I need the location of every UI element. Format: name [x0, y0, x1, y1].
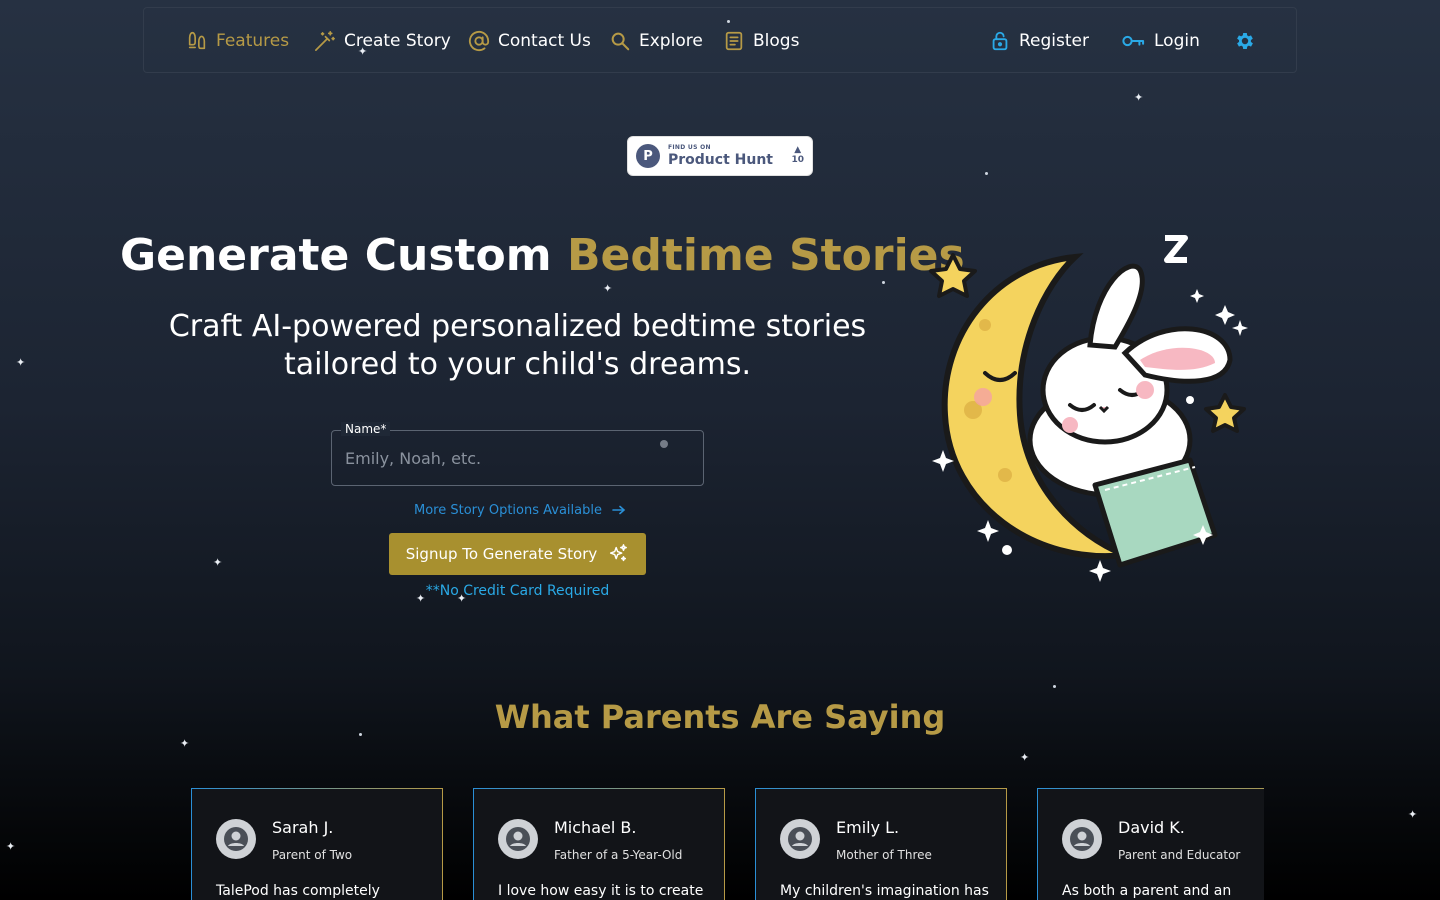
- nav-explore[interactable]: Explore: [609, 8, 703, 74]
- more-story-options-label: More Story Options Available: [414, 502, 602, 518]
- product-hunt-logo-icon: P: [636, 144, 660, 168]
- avatar: [498, 819, 538, 859]
- star-decoration: ✦: [1134, 91, 1144, 104]
- star-decoration: ✦: [6, 840, 16, 853]
- nav-create-story-label: Create Story: [344, 31, 451, 51]
- hero-subtitle: Craft AI-powered personalized bedtime st…: [168, 309, 867, 382]
- hero-title: Generate Custom Bedtime Stories: [120, 230, 965, 281]
- avatar: [216, 819, 256, 859]
- nav-login-label: Login: [1154, 31, 1200, 51]
- lock-icon: [992, 31, 1008, 51]
- no-credit-card-note: **No Credit Card Required: [425, 583, 610, 599]
- name-field-label: Name*: [341, 422, 391, 436]
- testimonial-name: Emily L.: [836, 818, 900, 837]
- search-icon: [611, 32, 630, 51]
- testimonial-role: Parent and Educator: [1118, 848, 1241, 862]
- more-story-options-link[interactable]: More Story Options Available: [414, 500, 626, 520]
- testimonial-name: Sarah J.: [272, 818, 334, 837]
- avatar: [780, 819, 820, 859]
- testimonial-name: David K.: [1118, 818, 1185, 837]
- dot-decoration: [882, 281, 885, 284]
- name-field: Name*: [331, 422, 704, 486]
- sleeping-bunny-moon-illustration: Z: [929, 235, 1248, 582]
- testimonial-quote: TalePod has completely: [216, 883, 380, 899]
- testimonial-name: Michael B.: [554, 818, 637, 837]
- testimonial-role: Mother of Three: [836, 848, 932, 862]
- dot-decoration: [1053, 685, 1056, 688]
- settings-button[interactable]: [1234, 8, 1256, 74]
- nav-create-story[interactable]: Create Story: [313, 8, 451, 74]
- arrow-right-icon: [612, 505, 626, 515]
- nav-register-label: Register: [1019, 31, 1089, 51]
- dot-decoration: [985, 172, 988, 175]
- nav-features-label: Features: [216, 31, 290, 51]
- nav-features[interactable]: Features: [186, 8, 289, 74]
- star-decoration: ✦: [213, 556, 223, 569]
- star-decoration: ✦: [16, 356, 26, 369]
- magic-wand-icon: [315, 30, 335, 51]
- sparkles-icon: [610, 544, 628, 562]
- nav-login[interactable]: Login: [1120, 8, 1200, 74]
- product-hunt-name: Product Hunt: [668, 152, 773, 168]
- at-sign-icon: [468, 30, 490, 52]
- star-decoration: ✦: [1020, 751, 1030, 764]
- user-avatar-icon: [506, 827, 530, 851]
- top-navigation: Features Create Story Contact Us Explore…: [143, 7, 1297, 73]
- gear-icon: [1237, 33, 1253, 49]
- testimonial-quote: As both a parent and an: [1062, 883, 1232, 899]
- testimonial-role: Father of a 5-Year-Old: [554, 848, 683, 862]
- product-hunt-badge[interactable]: P FIND US ON Product Hunt ▲ 10: [627, 136, 813, 176]
- testimonial-card: Emily L. Mother of Three My children's i…: [755, 788, 1007, 900]
- product-hunt-votes: ▲ 10: [791, 145, 804, 166]
- hero-title-main: Generate Custom: [120, 230, 552, 281]
- testimonial-card: David K. Parent and Educator As both a p…: [1037, 788, 1264, 900]
- user-avatar-icon: [788, 827, 812, 851]
- signup-generate-story-button[interactable]: Signup To Generate Story: [389, 533, 646, 575]
- avatar: [1062, 819, 1102, 859]
- article-icon: [725, 31, 743, 51]
- testimonial-card: Michael B. Father of a 5-Year-Old I love…: [473, 788, 725, 900]
- user-avatar-icon: [224, 827, 248, 851]
- name-input[interactable]: [332, 431, 703, 485]
- product-hunt-vote-count: 10: [791, 155, 804, 165]
- testimonials-title: What Parents Are Saying: [494, 698, 946, 736]
- star-decoration: ✦: [180, 737, 190, 750]
- star-decoration: ✦: [603, 282, 613, 295]
- testimonial-card: Sarah J. Parent of Two TalePod has compl…: [191, 788, 443, 900]
- testimonial-role: Parent of Two: [272, 848, 353, 862]
- nav-blogs-label: Blogs: [753, 31, 800, 51]
- key-icon: [1122, 35, 1145, 47]
- testimonial-carousel: Sarah J. Parent of Two TalePod has compl…: [191, 788, 1264, 900]
- nav-register[interactable]: Register: [989, 8, 1089, 74]
- hero-title-accent: Bedtime Stories: [566, 230, 965, 281]
- nav-blogs[interactable]: Blogs: [723, 8, 799, 74]
- signup-button-label: Signup To Generate Story: [405, 545, 598, 563]
- nav-explore-label: Explore: [639, 31, 703, 51]
- testimonial-quote: My children's imagination has: [780, 883, 989, 899]
- nav-contact-us-label: Contact Us: [498, 31, 591, 51]
- product-hunt-small-text: FIND US ON: [668, 144, 711, 151]
- star-decoration: ✦: [1408, 808, 1418, 821]
- testimonial-quote: I love how easy it is to create: [498, 883, 704, 899]
- user-avatar-icon: [1070, 827, 1094, 851]
- footprints-icon: [188, 31, 206, 50]
- nav-contact-us[interactable]: Contact Us: [468, 8, 591, 74]
